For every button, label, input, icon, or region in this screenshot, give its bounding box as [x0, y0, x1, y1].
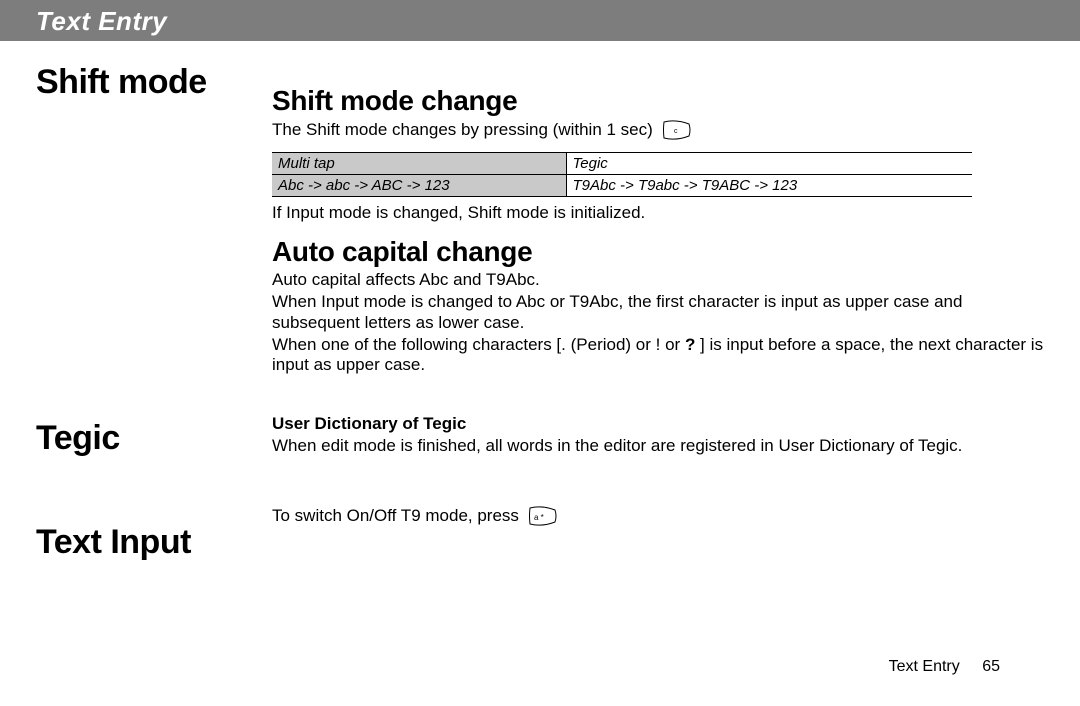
page-header-bar: Text Entry	[0, 0, 1080, 41]
table-row: Multi tap Tegic	[272, 153, 972, 175]
footer-section-label: Text Entry	[889, 658, 960, 675]
page-header-title: Text Entry	[36, 6, 1080, 37]
heading-shift-mode: Shift mode	[36, 65, 207, 99]
right-body: Shift mode change The Shift mode changes…	[272, 41, 1044, 532]
shift-note: If Input mode is changed, Shift mode is …	[272, 203, 1044, 223]
textinput-line: To switch On/Off T9 mode, press a *	[272, 505, 1044, 532]
footer-page-number: 65	[982, 658, 1000, 675]
page-footer: Text Entry 65	[889, 658, 1000, 676]
svg-text:a *: a *	[534, 513, 544, 522]
clear-key-icon: c	[662, 119, 692, 146]
section-tegic-body: User Dictionary of Tegic When edit mode …	[272, 414, 1044, 457]
heading-text-input: Text Input	[36, 525, 191, 559]
auto-p3-b: . (Period) or ! or	[561, 335, 685, 354]
subheading-auto-capital: Auto capital change	[272, 236, 1044, 268]
table-cell-tegic-seq: T9Abc -> T9abc -> T9ABC -> 123	[566, 175, 972, 197]
auto-p1: Auto capital affects Abc and T9Abc.	[272, 270, 1044, 290]
table-header-multitap: Multi tap	[272, 153, 566, 175]
shift-mode-table: Multi tap Tegic Abc -> abc -> ABC -> 123…	[272, 152, 972, 197]
auto-p3-question-mark: ?	[685, 335, 695, 354]
page-content: Shift mode Tegic Text Input Shift mode c…	[0, 41, 1080, 532]
manual-page: Text Entry Shift mode Tegic Text Input S…	[0, 0, 1080, 706]
table-header-tegic: Tegic	[566, 153, 972, 175]
table-row: Abc -> abc -> ABC -> 123 T9Abc -> T9abc …	[272, 175, 972, 197]
section-auto-capital-change: Auto capital change Auto capital affects…	[272, 236, 1044, 376]
table-cell-multitap-seq: Abc -> abc -> ABC -> 123	[272, 175, 566, 197]
auto-p3: When one of the following characters [. …	[272, 335, 1044, 376]
textinput-text: To switch On/Off T9 mode, press	[272, 506, 519, 525]
heading-tegic: Tegic	[36, 421, 120, 455]
subheading-user-dictionary: User Dictionary of Tegic	[272, 414, 1044, 434]
auto-p3-a: When one of the following characters [	[272, 335, 561, 354]
section-shift-mode-change: Shift mode change The Shift mode changes…	[272, 85, 1044, 224]
subheading-shift-mode-change: Shift mode change	[272, 85, 1044, 117]
tegic-body-text: When edit mode is finished, all words in…	[272, 436, 1044, 456]
star-key-icon: a *	[528, 505, 558, 532]
svg-text:c: c	[674, 128, 678, 135]
auto-p2: When Input mode is changed to Abc or T9A…	[272, 292, 1044, 333]
shift-intro-text: The Shift mode changes by pressing (with…	[272, 120, 653, 139]
section-text-input-body: To switch On/Off T9 mode, press a *	[272, 505, 1044, 532]
shift-intro-line: The Shift mode changes by pressing (with…	[272, 119, 1044, 146]
